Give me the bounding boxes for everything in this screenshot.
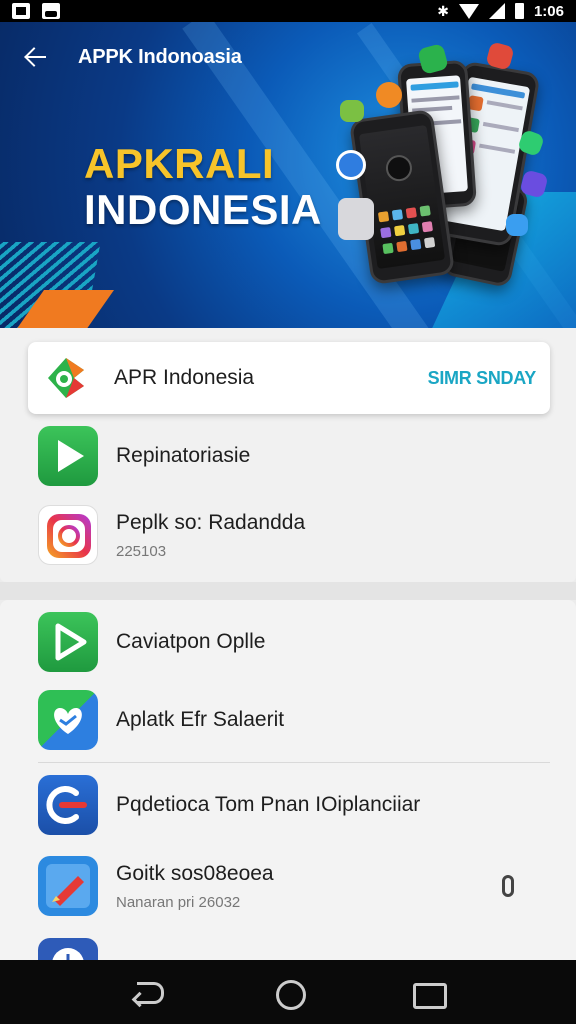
camera-instagram-icon: [38, 505, 98, 565]
floating-lock-app-icon: [338, 198, 374, 240]
list-item[interactable]: Caviatpon Oplle: [0, 612, 576, 672]
pencil-canvas-icon: [38, 856, 98, 916]
nav-back-icon[interactable]: [131, 974, 167, 1010]
logout-circle-icon: [38, 775, 98, 835]
list-item[interactable]: Pqdetioca Tom Pnan IOiplanciiar: [0, 774, 576, 836]
page-title: APPK Indonoasia: [78, 45, 242, 68]
list-item-title: Peplk so: Radandda: [116, 510, 306, 534]
nav-home-icon[interactable]: [270, 974, 306, 1010]
link-badge-icon[interactable]: [502, 875, 514, 897]
list-item-title: Aplatk Efr Salaerit: [116, 708, 285, 731]
hero-title-line2: INDONESIA: [84, 186, 322, 233]
list-item-title: Caviatpon Oplle: [116, 630, 266, 653]
list-item-title: Pqdetioca Tom Pnan IOiplanciiar: [116, 793, 421, 816]
hero-title-line1: APKRALI: [84, 140, 275, 187]
nav-recents-icon[interactable]: [409, 974, 447, 1010]
play-outline-icon: [38, 612, 98, 672]
list-item[interactable]: Goitk sos08eoea Nanaran pri 26032: [0, 854, 576, 918]
back-arrow-icon[interactable]: [22, 43, 50, 71]
featured-app-card[interactable]: APR Indonesia SIMR SNDAY: [28, 342, 550, 414]
play-green-icon: [38, 426, 98, 486]
floating-blue-app-icon: [336, 150, 366, 180]
list-item-title: Goitk sos08eoea: [116, 861, 274, 885]
gallery-notification-icon: [12, 3, 30, 19]
floating-plane-app-icon: [506, 214, 528, 236]
hero-banner: APPK Indonoasia APKRALI INDONESIA: [0, 22, 576, 328]
store-notification-icon: [42, 3, 60, 19]
heart-shield-icon: [38, 690, 98, 750]
floating-lime-app-icon: [340, 100, 364, 122]
list-item-subtitle: Nanaran pri 26032: [116, 893, 241, 911]
list-item[interactable]: Peplk so: Radandda 225103: [0, 504, 576, 566]
featured-app-action-button[interactable]: SIMR SNDAY: [428, 368, 537, 389]
floating-orange-app-icon: [376, 82, 402, 108]
screen: ✱ 1:06 APPK Indonoasia APKRALI INDONESIA: [0, 0, 576, 1024]
cell-signal-icon: [488, 3, 505, 19]
featured-app-title: APR Indonesia: [114, 366, 255, 389]
bluetooth-icon: ✱: [437, 2, 449, 19]
battery-icon: [514, 3, 524, 19]
apr-logo-icon: [40, 352, 92, 404]
list-item[interactable]: Aplatk Efr Salaerit: [0, 690, 576, 750]
section-divider: [0, 582, 576, 600]
navigation-bar: [0, 960, 576, 1024]
wifi-icon: [458, 3, 479, 19]
list-item-title: Repinatoriasie: [116, 444, 251, 467]
list-divider: [38, 762, 550, 763]
list-item[interactable]: [0, 938, 576, 960]
status-time: 1:06: [533, 2, 564, 20]
clock-app-icon: [38, 938, 98, 960]
status-bar: ✱ 1:06: [0, 0, 576, 22]
list-item[interactable]: Repinatoriasie: [0, 426, 576, 486]
list-item-subtitle: 225103: [116, 542, 167, 560]
